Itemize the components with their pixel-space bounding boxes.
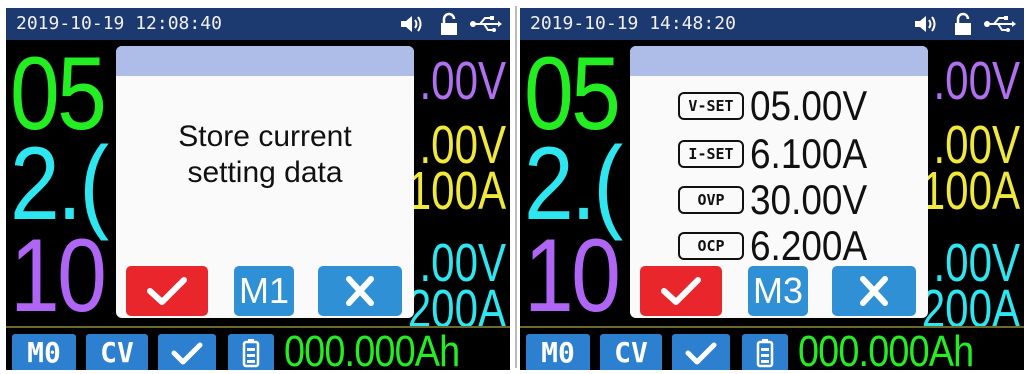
cancel-button[interactable] <box>832 266 916 316</box>
output-power: 10 <box>10 218 107 334</box>
usb-icon <box>982 12 1016 36</box>
lock-icon <box>436 12 462 36</box>
bottom-status-bar: M0 CV 000.000Ah <box>520 326 1024 370</box>
speaker-icon <box>398 12 424 36</box>
dialog-message-line2: setting data <box>187 156 343 189</box>
bottom-status-bar: M0 CV 000.000Ah <box>6 326 510 370</box>
set-current: 100A <box>921 161 1020 221</box>
input-voltage: .00V <box>419 51 506 111</box>
store-dialog: Store current setting data M1 <box>116 46 414 318</box>
output-check-badge <box>158 334 216 370</box>
lock-icon <box>950 12 976 36</box>
battery-icon <box>756 339 774 368</box>
mode-badge: CV <box>600 334 662 370</box>
battery-badge <box>742 334 788 370</box>
param-value: 6.100A <box>750 130 868 177</box>
param-value: 30.00V <box>750 176 868 223</box>
input-voltage: .00V <box>933 51 1020 111</box>
dialog-message-line1: Store current <box>178 120 352 153</box>
capacity-readout: 000.000Ah <box>284 327 460 371</box>
confirm-button[interactable] <box>640 266 722 316</box>
output-power: 10 <box>524 218 621 334</box>
param-tag: I-SET <box>678 140 744 168</box>
dialog-title-bar <box>116 46 414 76</box>
check-icon <box>685 342 717 365</box>
datetime: 2019-10-19 12:08:40 <box>16 13 222 34</box>
close-icon <box>346 276 374 306</box>
confirm-button[interactable] <box>126 266 208 316</box>
battery-badge <box>228 334 274 370</box>
cancel-button[interactable] <box>318 266 402 316</box>
device-screen-left: 2019-10-19 12:08:40 05 2.( 10 .00V .00V … <box>6 8 510 370</box>
check-icon <box>147 277 187 305</box>
recall-dialog: V-SET 05.00V I-SET 6.100A OVP 30.00V OCP… <box>630 46 928 318</box>
usb-icon <box>468 12 502 36</box>
param-value: 6.200A <box>750 222 868 269</box>
param-tag: OVP <box>678 186 744 214</box>
device-screen-right: 2019-10-19 14:48:20 05 2.( 10 .00V .00V … <box>520 8 1024 370</box>
param-value: 05.00V <box>750 82 868 129</box>
memory-slot-button[interactable]: M1 <box>234 266 294 316</box>
output-check-badge <box>672 334 730 370</box>
memory-slot-button[interactable]: M3 <box>748 266 808 316</box>
dialog-title-bar <box>630 46 928 76</box>
battery-icon <box>242 339 260 368</box>
capacity-readout: 000.000Ah <box>798 327 974 371</box>
memory-badge: M0 <box>526 334 590 370</box>
param-tag: OCP <box>678 232 744 260</box>
param-tag: V-SET <box>678 92 744 120</box>
check-icon <box>661 277 701 305</box>
check-icon <box>171 342 203 365</box>
memory-badge: M0 <box>12 334 76 370</box>
set-current: 100A <box>407 161 506 221</box>
mode-badge: CV <box>86 334 148 370</box>
datetime: 2019-10-19 14:48:20 <box>530 13 736 34</box>
image-divider <box>512 0 520 374</box>
speaker-icon <box>912 12 938 36</box>
close-icon <box>860 276 888 306</box>
